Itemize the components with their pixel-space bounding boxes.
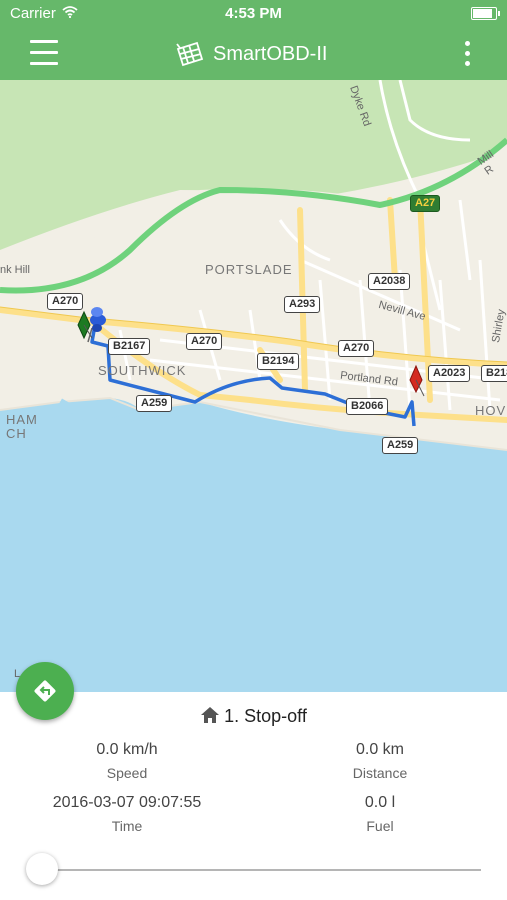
road-sign-a270: A270 — [338, 340, 375, 357]
fuel-value: 0.0 l — [364, 794, 396, 811]
place-label-hove: HOV — [475, 403, 507, 418]
road-sign-a2038: A2038 — [368, 273, 411, 290]
back-route-button[interactable] — [16, 662, 74, 720]
road-sign-b2066: B2066 — [346, 398, 389, 415]
fuel-label: Fuel — [366, 818, 394, 834]
road-sign-a259: A259 — [382, 437, 419, 454]
road-sign-b2167: B2167 — [108, 338, 151, 355]
road-sign-a2023: A2023 — [428, 365, 471, 382]
distance-value: 0.0 km — [355, 741, 404, 758]
hamburger-line — [30, 62, 58, 65]
dot — [465, 51, 470, 56]
stop-title-label: 1. Stop-off — [224, 706, 307, 726]
road-sign-a270: A270 — [47, 293, 84, 310]
place-label-southwick: SOUTHWICK — [98, 363, 187, 378]
hamburger-icon — [30, 40, 58, 43]
home-icon — [201, 707, 220, 723]
distance-metric: 0.0 km Distance — [280, 741, 480, 781]
sea — [0, 398, 507, 692]
status-bar: Carrier 4:53 PM — [0, 0, 507, 28]
fuel-metric: 0.0 l Fuel — [280, 794, 480, 834]
playback-slider-thumb[interactable] — [26, 853, 58, 885]
stop-title: 1. Stop-off — [0, 706, 507, 727]
map-canvas — [0, 80, 507, 692]
road-sign-a259: A259 — [136, 395, 173, 412]
route-map[interactable]: PORTSLADE SOUTHWICK HOV HAM CH nk Hill D… — [0, 80, 507, 692]
speed-value: 0.0 km/h — [96, 741, 158, 758]
speed-label: Speed — [106, 765, 148, 781]
app-header: SmartOBD-II — [0, 28, 507, 80]
dot — [465, 61, 470, 66]
status-time: 4:53 PM — [225, 5, 282, 22]
time-value: 2016-03-07 09:07:55 — [52, 794, 202, 811]
obd-logo-icon — [176, 41, 204, 67]
place-label-portslade: PORTSLADE — [205, 262, 293, 277]
place-label-nk-hill: nk Hill — [0, 264, 30, 276]
place-label-ham: HAM — [6, 412, 38, 427]
road-sign-b218: B218 — [481, 365, 507, 382]
time-label: Time — [111, 818, 143, 834]
road-sign-a27: A27 — [410, 195, 441, 212]
app-title-label: SmartOBD-II — [213, 42, 328, 65]
turn-back-icon — [34, 680, 56, 702]
time-metric: 2016-03-07 09:07:55 Time — [27, 794, 227, 834]
hamburger-line — [30, 51, 58, 54]
road-sign-a293: A293 — [284, 296, 321, 313]
road-sign-b2194: B2194 — [257, 353, 300, 370]
distance-label: Distance — [352, 765, 408, 781]
more-options-button[interactable] — [463, 41, 471, 67]
place-label-ch: CH — [6, 426, 27, 441]
playback-slider-track[interactable] — [44, 869, 481, 871]
menu-button[interactable] — [30, 40, 58, 66]
speed-metric: 0.0 km/h Speed — [27, 741, 227, 781]
app-title: SmartOBD-II — [175, 40, 327, 68]
vertical-dots-icon — [465, 41, 470, 46]
road-sign-a270: A270 — [186, 333, 223, 350]
battery-icon — [471, 7, 500, 20]
trip-info-panel: 1. Stop-off 0.0 km/h Speed 0.0 km Distan… — [0, 692, 507, 900]
